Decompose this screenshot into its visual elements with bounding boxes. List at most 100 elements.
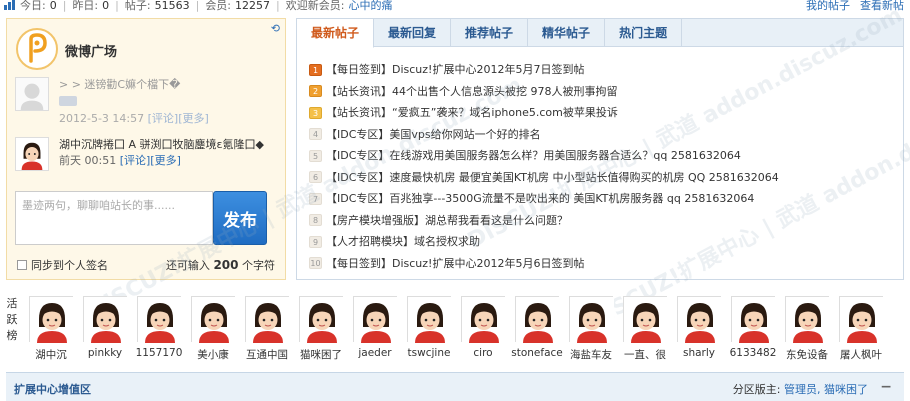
list-item[interactable]: 2 【站长资讯】44个出售个人信息源头被挖 978人被刑事拘留 [309,81,779,103]
thread-title[interactable]: 【IDC专区】百兆独享---3500G流量不是吹出来的 美国KT机房服务器 qq… [326,188,754,209]
active-user[interactable]: 互通中国 [240,296,294,362]
user-name[interactable]: stoneface [510,347,564,359]
user-name[interactable]: 一直、很 [618,347,672,362]
list-item[interactable]: 6 【IDC专区】速度最快机房 最便宜美国KT机房 中小型站长值得购买的机房 QQ… [309,167,779,189]
avatar[interactable] [515,296,560,343]
user-name[interactable]: pinkky [78,347,132,359]
active-user[interactable]: 屠人枫叶 [834,296,888,362]
thread-title[interactable]: 【房产模块增强版】湖总帮我看看这是什么问题？ [326,210,568,231]
comment-link[interactable]: [评论] [120,154,151,167]
newest-member-link[interactable]: 心中的痛 [348,0,392,13]
list-item[interactable]: 8 【房产模块增强版】湖总帮我看看这是什么问题？ [309,210,779,232]
active-user[interactable]: stoneface [510,296,564,362]
category-title[interactable]: 扩展中心增值区 [14,381,91,397]
list-item[interactable]: 1 【每日签到】Discuz!扩展中心2012年5月7日签到帖 [309,59,779,81]
user-name[interactable]: 6133482 [726,347,780,359]
rank-badge: 8 [309,214,322,227]
avatar[interactable] [15,77,49,111]
tab-hot-topics[interactable]: 热门主题 [605,19,683,47]
post-time: 前天 00:51 [59,154,117,167]
moderator-links[interactable]: 管理员, 猫咪困了 [784,383,868,396]
active-user[interactable]: sharly [672,296,726,362]
avatar[interactable] [15,137,49,171]
active-user[interactable]: ciro [456,296,510,362]
rank-badge: 2 [309,85,322,98]
active-user[interactable]: jaeder [348,296,402,362]
list-item[interactable]: 10 【每日签到】Discuz!扩展中心2012年5月6日签到帖 [309,253,779,275]
user-name[interactable]: tswcjine [402,347,456,359]
active-user[interactable]: 海盐车友 [564,296,618,362]
thread-title[interactable]: 【IDC专区】美国vps给你网站一个好的排名 [326,124,541,145]
collapse-icon[interactable]: − [880,379,892,395]
avatar[interactable] [731,296,776,343]
tab-latest-replies[interactable]: 最新回复 [374,19,452,47]
active-user[interactable]: 美小康 [186,296,240,362]
user-name[interactable]: ciro [456,347,510,359]
image-badge-icon [59,96,77,106]
weibo-compose-input[interactable]: 墨迹两句，聊聊咱站长的事...... [15,191,213,245]
avatar[interactable] [569,296,614,343]
new-posts-link[interactable]: 查看新帖 [860,0,904,13]
avatar[interactable] [461,296,506,343]
sync-signature[interactable]: 同步到个人签名 [17,257,108,273]
posts-label: 帖子: [124,0,151,12]
thread-title[interactable]: 【站长资讯】44个出售个人信息源头被挖 978人被刑事拘留 [326,81,618,102]
avatar[interactable] [191,296,236,343]
avatar[interactable] [245,296,290,343]
more-link[interactable]: [更多] [178,112,209,125]
active-user[interactable]: tswcjine [402,296,456,362]
tab-digest[interactable]: 精华帖子 [528,19,606,47]
list-item[interactable]: 9 【人才招聘模块】域名授权求助 [309,231,779,253]
more-link[interactable]: [更多] [150,154,181,167]
user-name[interactable]: 屠人枫叶 [834,347,888,362]
user-name[interactable]: 海盐车友 [564,347,618,362]
active-users-list: 湖中沉 pinkky 1157170 美小康 互通中国 猫咪困了 jaeder tswcjin… [24,296,888,362]
list-item[interactable]: 7 【IDC专区】百兆独享---3500G流量不是吹出来的 美国KT机房服务器 q… [309,188,779,210]
avatar[interactable] [299,296,344,343]
thread-title[interactable]: 【站长资讯】“爱疯五”袭来？域名iphone5.com被苹果投诉 [326,102,618,123]
avatar[interactable] [29,296,74,343]
thread-title[interactable]: 【每日签到】Discuz!扩展中心2012年5月6日签到帖 [326,253,584,274]
avatar[interactable] [407,296,452,343]
refresh-icon[interactable]: ⟲ [271,22,280,35]
active-user[interactable]: 猫咪困了 [294,296,348,362]
tab-latest-posts[interactable]: 最新帖子 [297,19,375,48]
post-author[interactable]: > > 迷镑勸C嫲个檔下� [59,77,279,93]
avatar[interactable] [677,296,722,343]
user-name[interactable]: sharly [672,347,726,359]
avatar[interactable] [83,296,128,343]
avatar[interactable] [353,296,398,343]
list-item[interactable]: 3 【站长资讯】“爱疯五”袭来？域名iphone5.com被苹果投诉 [309,102,779,124]
my-posts-link[interactable]: 我的帖子 [806,0,850,13]
user-name[interactable]: 东免设备 [780,347,834,362]
list-item[interactable]: 4 【IDC专区】美国vps给你网站一个好的排名 [309,124,779,146]
members-count: 12257 [235,0,271,12]
tab-recommended[interactable]: 推荐帖子 [451,19,529,47]
thread-title[interactable]: 【人才招聘模块】域名授权求助 [326,231,480,252]
user-name[interactable]: 互通中国 [240,347,294,362]
avatar[interactable] [137,296,182,343]
active-user[interactable]: 1157170 [132,296,186,362]
thread-tabs: 最新帖子 最新回复 推荐帖子 精华帖子 热门主题 [297,19,903,48]
user-name[interactable]: 猫咪困了 [294,347,348,362]
thread-title[interactable]: 【IDC专区】速度最快机房 最便宜美国KT机房 中小型站长值得购买的机房 QQ … [326,167,779,188]
active-user[interactable]: pinkky [78,296,132,362]
sync-checkbox[interactable] [17,260,27,270]
user-name[interactable]: jaeder [348,347,402,359]
user-name[interactable]: 美小康 [186,347,240,362]
publish-button[interactable]: 发布 [213,191,267,245]
user-name[interactable]: 1157170 [132,347,186,359]
avatar[interactable] [839,296,884,343]
avatar[interactable] [623,296,668,343]
thread-title[interactable]: 【每日签到】Discuz!扩展中心2012年5月7日签到帖 [326,59,584,80]
stats-bar: 今日: 0 | 昨日: 0 | 帖子: 51563 | 会员: 12257 | … [0,0,910,12]
comment-link[interactable]: [评论] [148,112,179,125]
list-item[interactable]: 5 【IDC专区】在线游戏用美国服务器怎么样？用美国服务器合适么？qq 25816… [309,145,779,167]
active-user[interactable]: 一直、很 [618,296,672,362]
active-user[interactable]: 湖中沉 [24,296,78,362]
avatar[interactable] [785,296,830,343]
active-user[interactable]: 6133482 [726,296,780,362]
user-name[interactable]: 湖中沉 [24,347,78,362]
active-user[interactable]: 东免设备 [780,296,834,362]
thread-title[interactable]: 【IDC专区】在线游戏用美国服务器怎么样？用美国服务器合适么？qq 258163… [326,145,741,166]
